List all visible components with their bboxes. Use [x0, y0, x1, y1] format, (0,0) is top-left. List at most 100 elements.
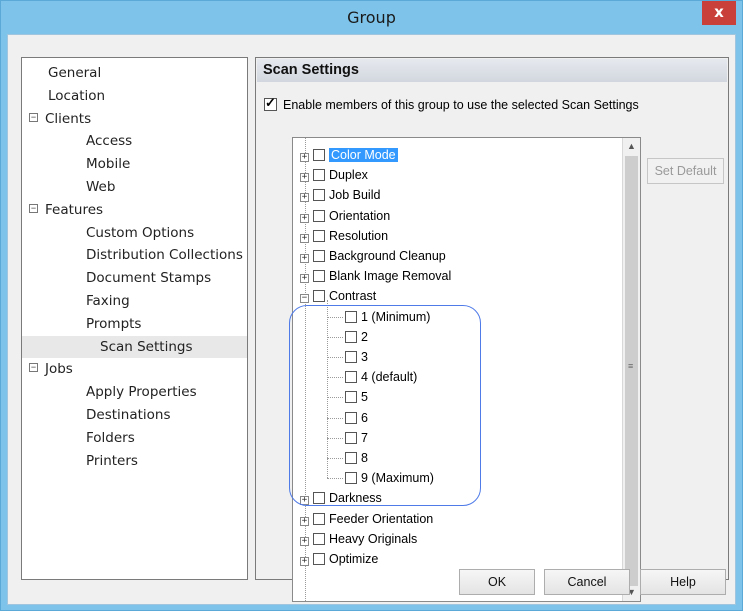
tree-item-optimize[interactable]: + Optimize	[300, 549, 378, 569]
nav-item-prompts[interactable]: Prompts	[86, 313, 141, 336]
option-checkbox[interactable]	[313, 553, 325, 565]
option-checkbox[interactable]	[313, 209, 325, 222]
option-checkbox[interactable]	[345, 351, 357, 363]
option-checkbox[interactable]	[313, 189, 325, 202]
nav-item-folders[interactable]: Folders	[86, 427, 135, 450]
tree-branch-line	[327, 458, 343, 459]
option-checkbox[interactable]	[313, 512, 325, 525]
scrollbar-thumb[interactable]: ≡	[625, 156, 638, 586]
nav-item-location[interactable]: Location	[48, 85, 105, 108]
tree-vertical-scrollbar[interactable]: ▲ ≡ ▼	[622, 138, 640, 601]
expand-icon[interactable]: +	[300, 173, 309, 183]
close-button[interactable]: x	[702, 1, 736, 25]
tree-item-color-mode[interactable]: + Color Mode	[300, 145, 398, 165]
scrollbar-grip-icon: ≡	[628, 361, 634, 371]
scroll-up-arrow-icon[interactable]: ▲	[623, 138, 640, 155]
nav-item-access[interactable]: Access	[86, 130, 132, 153]
option-checkbox[interactable]	[313, 149, 325, 161]
cancel-button[interactable]: Cancel	[544, 569, 630, 595]
option-checkbox[interactable]	[345, 371, 357, 384]
enable-scan-settings-row[interactable]: Enable members of this group to use the …	[264, 95, 639, 112]
scan-settings-panel: Scan Settings Enable members of this gro…	[255, 57, 729, 602]
tree-item-duplex[interactable]: + Duplex	[300, 165, 368, 185]
contrast-option-2[interactable]: 2	[345, 327, 368, 347]
contrast-option-1[interactable]: 1 (Minimum)	[345, 307, 430, 327]
option-checkbox[interactable]	[345, 391, 357, 404]
nav-item-apply-properties[interactable]: Apply Properties	[86, 381, 197, 404]
contrast-option-7[interactable]: 7	[345, 428, 368, 448]
contrast-option-6[interactable]: 6	[345, 408, 368, 428]
tree-item-background-cleanup[interactable]: + Background Cleanup	[300, 246, 446, 266]
tree-branch-line	[327, 397, 343, 399]
option-checkbox[interactable]	[345, 310, 357, 323]
title-bar[interactable]: Group x	[1, 1, 742, 34]
nav-item-scan-settings[interactable]: Scan Settings	[22, 335, 247, 359]
contrast-option-4[interactable]: 4 (default)	[345, 367, 417, 387]
help-button[interactable]: Help	[640, 569, 726, 595]
option-checkbox[interactable]	[313, 532, 325, 545]
option-checkbox[interactable]	[345, 452, 357, 464]
nav-item-destinations[interactable]: Destinations	[86, 404, 171, 427]
window-title: Group	[347, 8, 396, 27]
expand-icon[interactable]: +	[300, 254, 309, 263]
collapse-icon[interactable]: −	[300, 294, 309, 304]
expand-icon[interactable]: +	[300, 536, 309, 546]
expand-icon[interactable]: +	[300, 233, 309, 243]
tree-item-blank-image-removal[interactable]: + Blank Image Removal	[300, 266, 451, 286]
tree-item-resolution[interactable]: + Resolution	[300, 226, 388, 246]
group-dialog: Group x General Location − Clients Access Mob…	[0, 0, 743, 611]
tree-item-job-build[interactable]: + Job Build	[300, 185, 380, 205]
nav-item-web[interactable]: Web	[86, 176, 115, 199]
option-checkbox[interactable]	[313, 250, 325, 262]
nav-item-mobile[interactable]: Mobile	[86, 153, 130, 176]
dialog-body: General Location − Clients Access Mobile Web − F…	[7, 34, 736, 605]
option-label: Duplex	[329, 168, 368, 183]
option-checkbox[interactable]	[313, 229, 325, 242]
option-label: Orientation	[329, 208, 391, 223]
option-label: 7	[361, 430, 368, 445]
collapse-toggle-icon[interactable]: −	[29, 363, 38, 373]
tree-branch-line	[327, 336, 343, 338]
nav-item-printers[interactable]: Printers	[86, 450, 138, 473]
expand-icon[interactable]: +	[300, 274, 309, 284]
option-checkbox[interactable]	[313, 270, 325, 283]
expand-icon[interactable]: +	[300, 193, 309, 203]
contrast-option-8[interactable]: 8	[345, 448, 368, 468]
ok-button[interactable]: OK	[459, 569, 535, 595]
nav-item-document-stamps[interactable]: Document Stamps	[86, 267, 211, 290]
panel-title: Scan Settings	[257, 59, 727, 82]
nav-item-distribution-collections[interactable]: Distribution Collections	[86, 244, 243, 267]
expand-icon[interactable]: +	[300, 516, 309, 526]
tree-item-contrast[interactable]: − Contrast	[300, 286, 376, 306]
expand-icon[interactable]: +	[300, 213, 309, 223]
expand-icon[interactable]: +	[300, 153, 309, 162]
contrast-option-9[interactable]: 9 (Maximum)	[345, 468, 434, 488]
expand-icon[interactable]: +	[300, 557, 309, 566]
tree-item-feeder-orientation[interactable]: + Feeder Orientation	[300, 509, 433, 529]
contrast-option-5[interactable]: 5	[345, 387, 368, 407]
nav-item-jobs[interactable]: Jobs	[45, 358, 73, 381]
collapse-toggle-icon[interactable]: −	[29, 203, 38, 213]
enable-scan-settings-checkbox[interactable]	[264, 95, 277, 112]
tree-item-heavy-originals[interactable]: + Heavy Originals	[300, 529, 417, 549]
nav-item-clients[interactable]: Clients	[45, 108, 91, 131]
option-checkbox[interactable]	[313, 492, 325, 505]
option-checkbox[interactable]	[345, 411, 357, 424]
tree-item-orientation[interactable]: + Orientation	[300, 206, 390, 226]
collapse-toggle-icon[interactable]: −	[29, 112, 38, 122]
tree-item-darkness[interactable]: + Darkness	[300, 488, 382, 508]
set-default-button[interactable]: Set Default	[647, 158, 724, 184]
option-checkbox[interactable]	[345, 431, 357, 444]
option-checkbox[interactable]	[345, 472, 357, 485]
nav-item-custom-options[interactable]: Custom Options	[86, 222, 194, 245]
option-checkbox[interactable]	[313, 169, 325, 182]
option-label: Background Cleanup	[329, 249, 446, 263]
tree-branch-line	[327, 417, 343, 419]
option-checkbox[interactable]	[313, 290, 325, 303]
nav-item-general[interactable]: General	[48, 62, 101, 85]
nav-item-features[interactable]: Features	[45, 199, 103, 222]
contrast-option-3[interactable]: 3	[345, 347, 368, 367]
expand-icon[interactable]: +	[300, 496, 309, 506]
option-checkbox[interactable]	[345, 330, 357, 343]
nav-item-faxing[interactable]: Faxing	[86, 290, 130, 313]
